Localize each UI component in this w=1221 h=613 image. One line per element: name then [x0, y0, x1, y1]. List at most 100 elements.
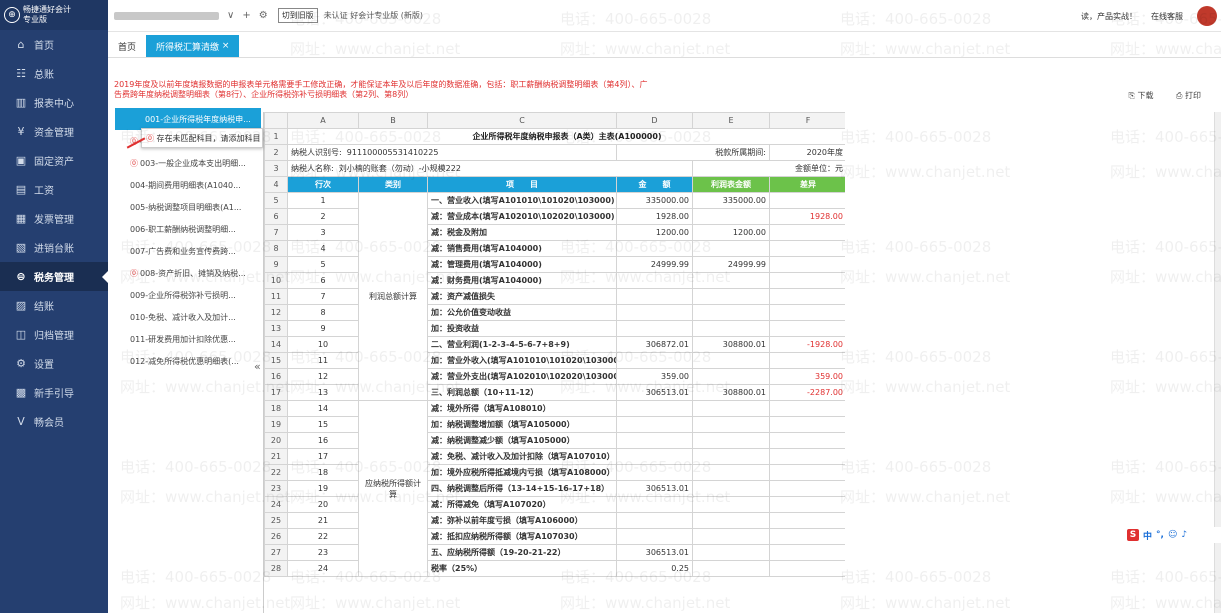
cell[interactable]: 24999.99: [692, 256, 770, 273]
cell[interactable]: 7: [287, 288, 359, 305]
cell[interactable]: 加：纳税调整增加额（填写A105000）: [427, 416, 617, 433]
sidebar-item-1[interactable]: ☷ 总账: [0, 59, 108, 88]
report-item[interactable]: 010-免税、减计收入及加计...: [115, 306, 261, 328]
cell[interactable]: [692, 320, 770, 337]
cell[interactable]: [616, 304, 693, 321]
cell[interactable]: [616, 512, 693, 529]
cell[interactable]: 306513.01: [616, 544, 693, 561]
sidebar-item-0[interactable]: ⌂ 首页: [0, 30, 108, 59]
cell[interactable]: 18: [287, 464, 359, 481]
report-item[interactable]: ⓪ 003-一般企业成本支出明细...: [115, 152, 261, 174]
col-header[interactable]: D: [616, 112, 693, 129]
cell[interactable]: [769, 240, 845, 257]
col-header[interactable]: F: [769, 112, 845, 129]
cell[interactable]: [616, 240, 693, 257]
cell[interactable]: [769, 256, 845, 273]
cell[interactable]: [692, 464, 770, 481]
cell[interactable]: 9: [287, 320, 359, 337]
cell[interactable]: [692, 480, 770, 497]
cell[interactable]: 335000.00: [692, 192, 770, 209]
cell[interactable]: [769, 288, 845, 305]
report-item[interactable]: 012-减免所得税优惠明细表(...: [115, 350, 261, 372]
cell[interactable]: [616, 320, 693, 337]
cell[interactable]: [616, 288, 693, 305]
cell[interactable]: [769, 192, 845, 209]
cell[interactable]: [692, 528, 770, 545]
cell[interactable]: [692, 544, 770, 561]
download-button[interactable]: ⎘ 下载: [1129, 91, 1164, 100]
sidebar-item-8[interactable]: ⊜ 税务管理: [0, 262, 108, 291]
cell[interactable]: 加：公允价值变动收益: [427, 304, 617, 321]
cell[interactable]: 减：营业外支出(填写A102010\102020\103000): [427, 368, 617, 385]
cell[interactable]: 11: [287, 352, 359, 369]
sidebar-item-2[interactable]: ▥ 报表中心: [0, 88, 108, 117]
chevron-down-icon[interactable]: ∨: [227, 10, 234, 21]
cell[interactable]: 五、应纳税所得额（19-20-21-22）: [427, 544, 617, 561]
avatar[interactable]: [1197, 6, 1217, 26]
cell[interactable]: [692, 240, 770, 257]
cell[interactable]: 19: [287, 480, 359, 497]
online-service-link[interactable]: 在线客服: [1151, 11, 1183, 22]
cell[interactable]: 1200.00: [616, 224, 693, 241]
sidebar-item-6[interactable]: ▦ 发票管理: [0, 204, 108, 233]
report-item[interactable]: 004-期间费用明细表(A1040...: [115, 174, 261, 196]
col-header[interactable]: C: [427, 112, 617, 129]
cell[interactable]: 17: [287, 448, 359, 465]
cell[interactable]: [616, 464, 693, 481]
cell[interactable]: 24: [287, 560, 359, 577]
report-item[interactable]: 006-职工薪酬纳税调整明细...: [115, 218, 261, 240]
cell[interactable]: 23: [287, 544, 359, 561]
cell[interactable]: 359.00: [769, 368, 845, 385]
sidebar-item-13[interactable]: V 畅会员: [0, 407, 108, 436]
cell[interactable]: [769, 416, 845, 433]
report-item[interactable]: 007-广告费和业务宣传费跨...: [115, 240, 261, 262]
cell[interactable]: [769, 224, 845, 241]
cell[interactable]: 减：管理费用(填写A104000): [427, 256, 617, 273]
cell[interactable]: 减：免税、减计收入及加计扣除（填写A107010）: [427, 448, 617, 465]
cell[interactable]: 加：营业外收入(填写A101010\101020\103000): [427, 352, 617, 369]
sidebar-item-11[interactable]: ⚙ 设置: [0, 349, 108, 378]
cell[interactable]: [616, 352, 693, 369]
cell[interactable]: [692, 512, 770, 529]
sidebar-item-12[interactable]: ▩ 新手引导: [0, 378, 108, 407]
cell[interactable]: [769, 400, 845, 417]
cell[interactable]: 减：财务费用(填写A104000): [427, 272, 617, 289]
close-icon[interactable]: ×: [222, 41, 230, 51]
cell[interactable]: 加：投资收益: [427, 320, 617, 337]
app-logo[interactable]: ⊕ 畅捷通好会计 专业版: [0, 0, 108, 30]
cell[interactable]: 16: [287, 432, 359, 449]
sogou-icon[interactable]: S: [1127, 529, 1139, 541]
mic-icon[interactable]: ♪: [1181, 530, 1187, 540]
corner-cell[interactable]: [264, 112, 288, 129]
cell[interactable]: [769, 352, 845, 369]
cell[interactable]: [769, 512, 845, 529]
cell[interactable]: 4: [287, 240, 359, 257]
cell[interactable]: 减：所得减免（填写A107020）: [427, 496, 617, 513]
emoji-icon[interactable]: ☺: [1168, 530, 1177, 540]
cell[interactable]: [616, 432, 693, 449]
cell[interactable]: 税率（25%）: [427, 560, 617, 577]
cell[interactable]: [692, 400, 770, 417]
cell[interactable]: 308800.01: [692, 336, 770, 353]
cell[interactable]: [692, 496, 770, 513]
collapse-icon[interactable]: «: [254, 360, 261, 373]
cell[interactable]: [769, 560, 845, 577]
cell[interactable]: 306513.01: [616, 384, 693, 401]
cell[interactable]: 2: [287, 208, 359, 225]
report-item[interactable]: 009-企业所得税弥补亏损明...: [115, 284, 261, 306]
cell[interactable]: 减：销售费用(填写A104000): [427, 240, 617, 257]
cell[interactable]: 一、营业收入(填写A101010\101020\103000): [427, 192, 617, 209]
cell[interactable]: [692, 448, 770, 465]
cell[interactable]: 14: [287, 400, 359, 417]
settings-icon[interactable]: ⚙: [259, 10, 268, 21]
cell[interactable]: [692, 368, 770, 385]
spreadsheet[interactable]: A B C D E F 1 企业所得税年度纳税申报表（A类）主表(A100000) 2 纳税人识别…: [263, 112, 845, 613]
cell[interactable]: [769, 544, 845, 561]
cell[interactable]: 3: [287, 224, 359, 241]
cell[interactable]: 306872.01: [616, 336, 693, 353]
cell[interactable]: 减：境外所得（填写A108010）: [427, 400, 617, 417]
ime-toolbar[interactable]: S 中 °, ☺ ♪: [1127, 527, 1221, 543]
cell[interactable]: [769, 528, 845, 545]
cell[interactable]: 306513.01: [616, 480, 693, 497]
cell[interactable]: 四、纳税调整后所得（13-14+15-16-17+18）: [427, 480, 617, 497]
